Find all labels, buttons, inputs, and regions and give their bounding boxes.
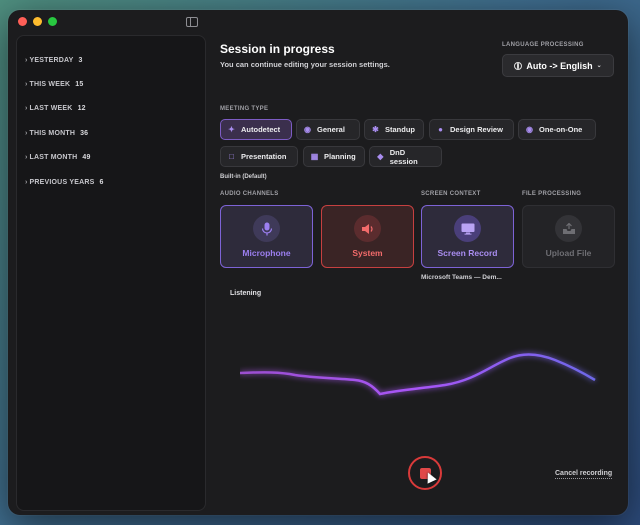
page-title: Session in progress: [220, 42, 335, 56]
microphone-icon: [261, 222, 272, 235]
language-select[interactable]: Auto -> English ⌄: [502, 54, 614, 77]
palette-icon: ●: [438, 125, 443, 134]
chevron-right-icon: ›: [25, 56, 28, 64]
window-controls: [18, 17, 57, 26]
chevron-right-icon: ›: [25, 105, 28, 113]
sidebar-item-this-week[interactable]: › THIS WEEK 15: [17, 72, 205, 96]
screen-record-toggle[interactable]: Screen Record: [421, 205, 514, 268]
dice-icon: ◆: [377, 152, 384, 161]
monitor-icon: [461, 223, 474, 235]
chip-design-review[interactable]: ● Design Review: [429, 119, 514, 140]
screen-context-label: SCREEN CONTEXT: [421, 191, 481, 197]
chevron-right-icon: ›: [25, 154, 28, 162]
app-window: › YESTERDAY 3 › THIS WEEK 15 › LAST WEEK…: [8, 10, 628, 515]
chevron-right-icon: ›: [25, 81, 28, 89]
chip-autodetect[interactable]: ✦ Autodetect: [220, 119, 292, 140]
microphone-toggle[interactable]: Microphone: [220, 205, 313, 268]
calendar-icon: ▦: [310, 152, 319, 161]
upload-file-label: Upload File: [545, 248, 592, 258]
upload-file-button[interactable]: Upload File: [522, 205, 615, 268]
meeting-type-note: Built-in (Default): [220, 174, 267, 180]
cancel-recording-link[interactable]: Cancel recording: [555, 470, 613, 479]
page-subtitle: You can continue editing your session se…: [220, 60, 390, 69]
sidebar-toggle-icon[interactable]: [186, 17, 198, 27]
language-label: LANGUAGE PROCESSING: [502, 42, 584, 48]
screen-record-label: Screen Record: [437, 248, 498, 258]
main-panel: Session in progress You can continue edi…: [220, 10, 628, 515]
sparkle-icon: ✦: [228, 125, 235, 134]
chip-planning[interactable]: ▦ Planning: [303, 146, 365, 167]
people-icon: ◉: [304, 125, 311, 134]
sidebar-item-last-month[interactable]: › LAST MONTH 49: [17, 146, 205, 170]
chip-dnd-session[interactable]: ◆ DnD session: [369, 146, 442, 167]
two-people-icon: ◉: [526, 125, 533, 134]
slides-icon: □: [229, 152, 234, 161]
system-audio-toggle[interactable]: System: [321, 205, 414, 268]
minimize-window-button[interactable]: [33, 17, 42, 26]
chip-one-on-one[interactable]: ◉ One-on-One: [518, 119, 596, 140]
status-text: Listening: [230, 290, 262, 297]
globe-icon: [514, 61, 523, 70]
sidebar: › YESTERDAY 3 › THIS WEEK 15 › LAST WEEK…: [16, 35, 206, 511]
sidebar-item-last-week[interactable]: › LAST WEEK 12: [17, 97, 205, 121]
chip-standup[interactable]: ✱ Standup: [364, 119, 424, 140]
chip-presentation[interactable]: □ Presentation: [220, 146, 298, 167]
speaker-icon: [361, 223, 373, 234]
close-window-button[interactable]: [18, 17, 27, 26]
language-value: Auto -> English: [526, 60, 593, 71]
maximize-window-button[interactable]: [48, 17, 57, 26]
chevron-right-icon: ›: [25, 178, 28, 186]
meeting-type-label: MEETING TYPE: [220, 106, 269, 112]
chip-general[interactable]: ◉ General: [296, 119, 360, 140]
sidebar-item-this-month[interactable]: › THIS MONTH 36: [17, 121, 205, 145]
sidebar-item-previous-years[interactable]: › PREVIOUS YEARS 6: [17, 170, 205, 194]
tray-upload-icon: [562, 222, 575, 234]
screen-context-source: Microsoft Teams — Dem...: [421, 274, 502, 281]
microphone-label: Microphone: [242, 248, 291, 258]
waveform-line: [240, 353, 596, 396]
audio-waveform: [240, 353, 596, 396]
sidebar-item-yesterday[interactable]: › YESTERDAY 3: [17, 48, 205, 72]
figure-icon: ✱: [372, 125, 379, 134]
chevron-right-icon: ›: [25, 129, 28, 137]
chevron-down-icon: ⌄: [596, 63, 602, 69]
audio-channels-label: AUDIO CHANNELS: [220, 191, 279, 197]
system-label: System: [352, 248, 383, 258]
file-processing-label: FILE PROCESSING: [522, 191, 582, 197]
